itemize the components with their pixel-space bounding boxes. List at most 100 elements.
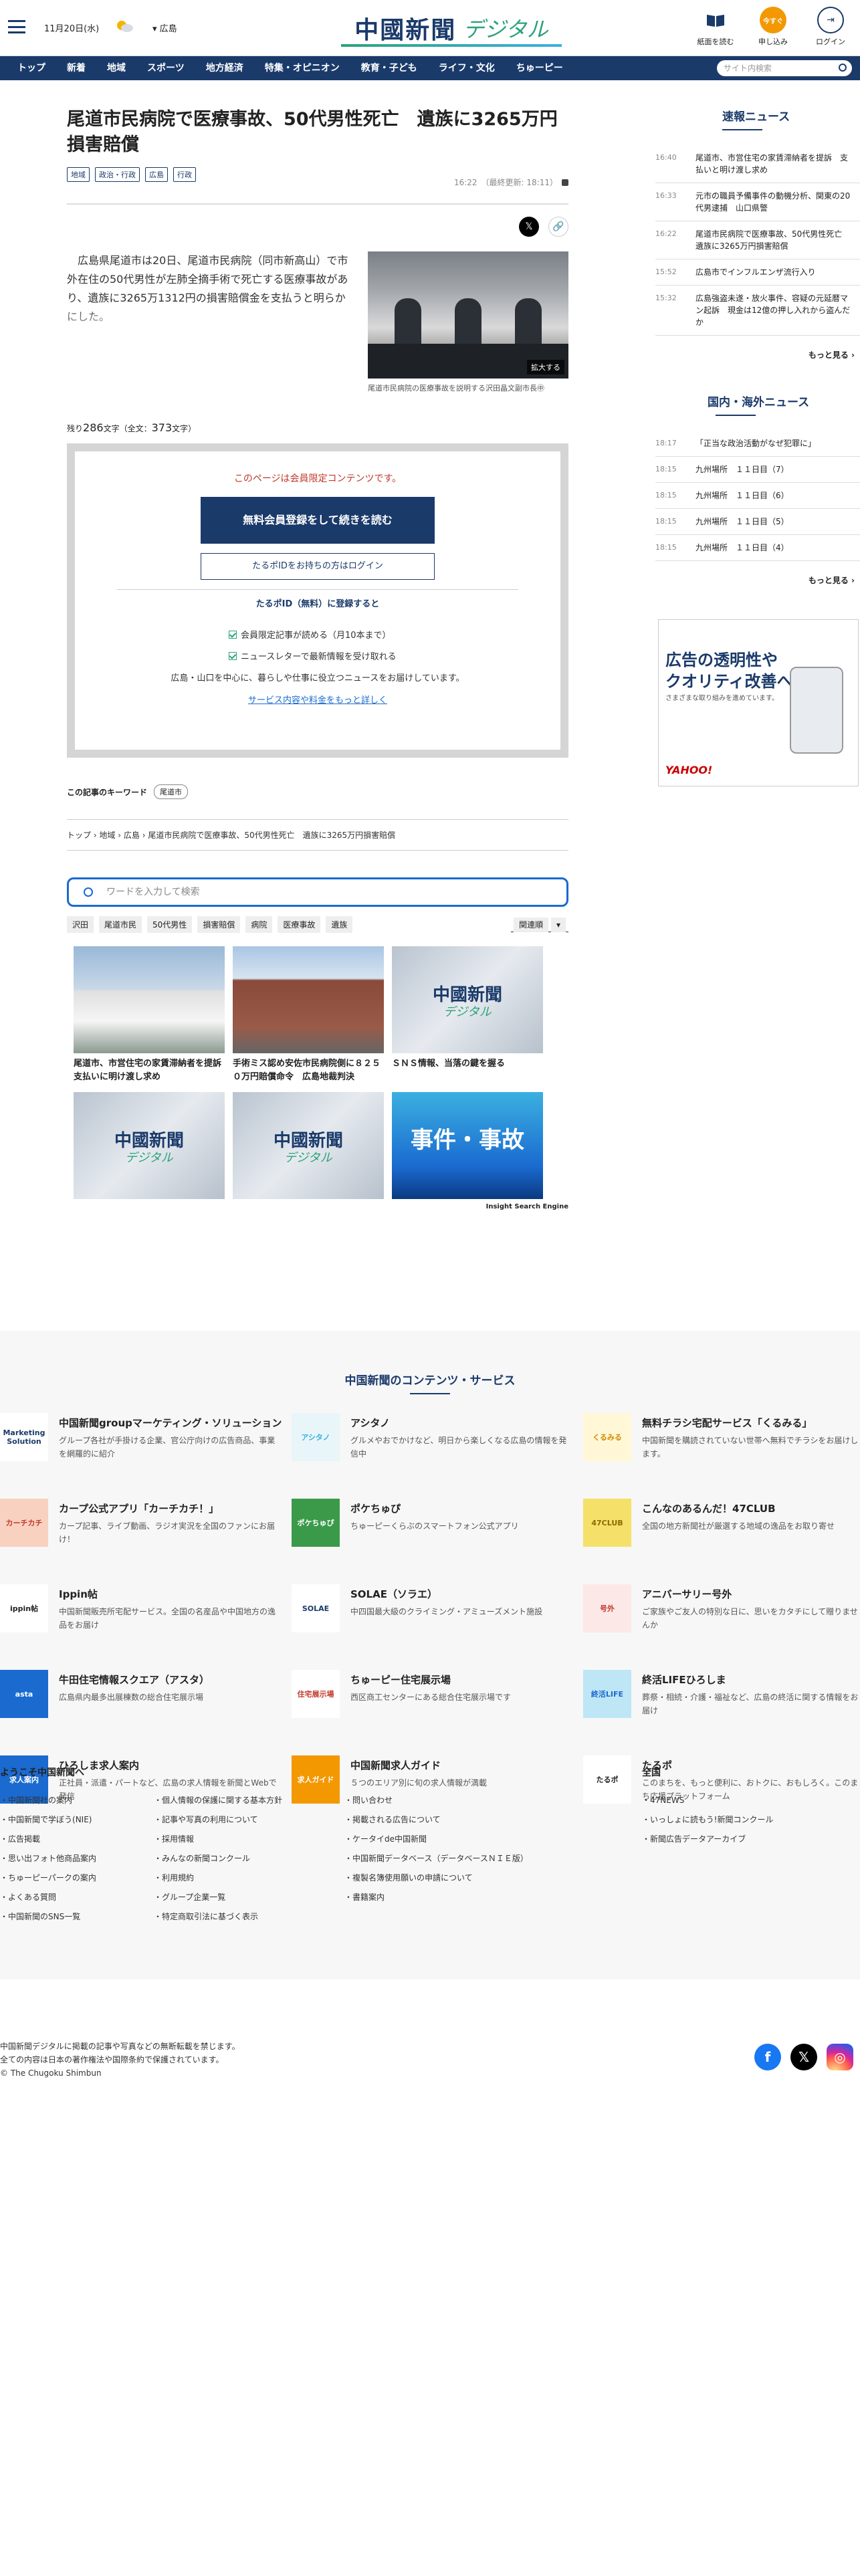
list-item[interactable]: 18:15 九州場所 １１日目（5）	[655, 509, 860, 535]
register-button[interactable]: 無料会員登録をして続きを読む	[201, 497, 435, 544]
region-select[interactable]: ▾ 広島	[152, 21, 177, 34]
footer-link[interactable]: 広告掲載	[0, 1834, 40, 1844]
footer-link[interactable]: 採用情報	[154, 1834, 194, 1844]
footer-link[interactable]: 掲載される広告について	[344, 1815, 441, 1824]
search-keyword[interactable]: 遺族	[326, 916, 353, 933]
footer-link[interactable]: 利用規約	[154, 1873, 194, 1883]
x-icon[interactable]: 𝕏	[790, 2044, 817, 2070]
service-item[interactable]: 47CLUB こんなのあるんだ！47CLUB 全国の地方新聞社が厳選する地域の逸品を…	[583, 1499, 860, 1572]
tag-politics[interactable]: 政治・行政	[95, 167, 140, 182]
footer-link[interactable]: 問い合わせ	[344, 1796, 393, 1805]
footer-link[interactable]: みんなの新聞コンクール	[154, 1854, 250, 1863]
list-item[interactable]: 16:33 元市の職員予備事件の動機分析、関東の20代男逮捕 山口県警	[655, 183, 860, 221]
search-keyword[interactable]: 50代男性	[147, 916, 193, 933]
result-card[interactable]: 中國新聞 デジタル	[74, 1092, 225, 1199]
link-copy-icon[interactable]: 🔗	[548, 217, 568, 237]
nav-region[interactable]: 地域	[96, 56, 136, 80]
footer-link[interactable]: よくある質問	[0, 1893, 56, 1902]
result-card[interactable]: 尾道市、市営住宅の家賃滞納者を提訴 支払いに明け渡し求め	[74, 946, 230, 1084]
footer-link[interactable]: 思い出フォト他商品案内	[0, 1854, 96, 1863]
login-button[interactable]: ⇥ ログイン	[811, 7, 851, 47]
footer-link[interactable]: 47NEWS	[642, 1796, 684, 1805]
result-card[interactable]: 手術ミス認め安佐市民病院側に８２５０万円賠償命令 広島地裁判決	[233, 946, 384, 1084]
nav-top[interactable]: トップ	[7, 56, 56, 80]
search-icon[interactable]	[839, 64, 847, 72]
search-keyword[interactable]: 医療事故	[278, 916, 321, 933]
related-search-input[interactable]: ワードを入力して検索	[67, 877, 568, 907]
footer-link[interactable]: 中国新聞データベース（データベースＮＩＥ版）	[344, 1854, 528, 1863]
read-paper-button[interactable]: 紙面を読む	[695, 7, 736, 47]
site-logo[interactable]: 中國新聞 デジタル	[341, 9, 562, 47]
instagram-icon[interactable]: ◎	[827, 2044, 853, 2070]
footer-link[interactable]: いっしょに読もう!新聞コンクール	[642, 1815, 773, 1824]
footer-link[interactable]: 記事や写真の利用について	[154, 1815, 258, 1824]
service-item[interactable]: SOLAE SOLAE（ソラエ） 中四国最大級のクライミング・アミューズメント施設	[292, 1584, 583, 1658]
menu-icon[interactable]	[8, 20, 25, 33]
tag-admin[interactable]: 行政	[173, 167, 196, 182]
tarupo-login-button[interactable]: たるポIDをお持ちの方はログイン	[201, 553, 435, 580]
service-item[interactable]: 住宅展示場 ちゅーピー住宅展示場 西区商工センターにある総合住宅展示場です	[292, 1670, 583, 1743]
list-item[interactable]: 15:52 広島市でインフルエンザ流行入り	[655, 259, 860, 286]
search-keyword[interactable]: 損害賠償	[197, 916, 241, 933]
breadcrumb-top[interactable]: トップ	[67, 831, 91, 840]
service-item[interactable]: asta 牛田住宅情報スクエア（アスタ） 広島県内最多出展棟数の総合住宅展示場	[0, 1670, 292, 1743]
service-item[interactable]: Marketing Solution 中国新聞groupマーケティング・ソリューシ…	[0, 1413, 292, 1487]
footer-link[interactable]: 中国新聞で学ぼう(NIE)	[0, 1815, 92, 1824]
service-details-link[interactable]: サービス内容や料金をもっと詳しく	[248, 693, 387, 706]
nav-sports[interactable]: スポーツ	[136, 56, 195, 80]
enlarge-button[interactable]: 拡大する	[527, 360, 564, 374]
list-item[interactable]: 16:22 尾道市民病院で医療事故、50代男性死亡 遺族に3265万円損害賠償	[655, 221, 860, 259]
tag-hiroshima[interactable]: 広島	[145, 167, 168, 182]
list-item[interactable]: 18:15 九州場所 １１日目（6）	[655, 483, 860, 509]
nav-economy[interactable]: 地方経済	[195, 56, 254, 80]
keyword-tag[interactable]: 尾道市	[154, 784, 189, 799]
footer-link[interactable]: 中国新聞社の案内	[0, 1796, 72, 1805]
ad-banner[interactable]: 広告の透明性や クオリティ改善への さまざまな取り組みを進めています。 YAHO…	[658, 619, 859, 786]
service-desc: 広島県内最多出展棟数の総合住宅展示場	[59, 1693, 204, 1702]
list-item[interactable]: 18:15 九州場所 １１日目（4）	[655, 535, 860, 561]
nav-new[interactable]: 新着	[56, 56, 96, 80]
breadcrumb-hiroshima[interactable]: 広島	[124, 831, 140, 840]
sort-select[interactable]: 関連順 ▾	[511, 917, 568, 932]
footer-link[interactable]: グループ企業一覧	[154, 1893, 225, 1902]
footer-link[interactable]: ちゅーピーパークの案内	[0, 1873, 96, 1883]
facebook-icon[interactable]: f	[754, 2044, 781, 2070]
nav-opinion[interactable]: 特集・オピニオン	[254, 56, 350, 80]
footer-link[interactable]: 中国新聞のSNS一覧	[0, 1912, 80, 1921]
breaking-more-link[interactable]: もっと見る ›	[655, 349, 860, 360]
service-item[interactable]: ポケちゅぴ ポケちゅぴ ちゅーピーくらぶのスマートフォン公式アプリ	[292, 1499, 583, 1572]
services-title: 中国新聞のコンテンツ・サービス	[344, 1374, 516, 1388]
list-item[interactable]: 16:40 尾道市、市営住宅の家賃滞納者を提訴 支払いと明け渡し求め	[655, 145, 860, 183]
apply-button[interactable]: 今すぐ 申し込み	[753, 7, 793, 47]
service-item[interactable]: 終活LIFE 終活LIFEひろしま 葬祭・相続・介護・福祉など、広島の終活に関する情…	[583, 1670, 860, 1743]
result-card[interactable]: 事件・事故	[392, 1092, 543, 1199]
search-keyword[interactable]: 尾道市民	[99, 916, 142, 933]
nav-life[interactable]: ライフ・文化	[428, 56, 506, 80]
footer-link[interactable]: 新聞広告データアーカイブ	[642, 1834, 746, 1844]
footer-link[interactable]: 複製名簿使用願いの申請について	[344, 1873, 473, 1883]
footer-link[interactable]: ケータイde中国新聞	[344, 1834, 427, 1844]
service-item[interactable]: アシタノ アシタノ グルメやおでかけなど、明日から楽しくなる広島の情報を発信中	[292, 1413, 583, 1487]
nav-chupi[interactable]: ちゅーピー	[506, 56, 574, 80]
service-item[interactable]: くるみる 無料チラシ宅配サービス「くるみる」 中国新聞を購読されていない世帯へ無料で…	[583, 1413, 860, 1487]
footer-link[interactable]: 個人情報の保護に関する基本方針	[154, 1796, 282, 1805]
service-item[interactable]: 号外 アニバーサリー号外 ご家族やご友人の特別な日に、思いをカタチにして贈りませんか	[583, 1584, 860, 1658]
tag-region[interactable]: 地域	[67, 167, 90, 182]
breadcrumb-region[interactable]: 地域	[99, 831, 115, 840]
search-keyword[interactable]: 病院	[245, 916, 273, 933]
search-keyword[interactable]: 沢田	[67, 916, 94, 933]
list-item[interactable]: 15:32 広島強盗未遂・放火事件、容疑の元延暦マン起訴 現金は12億の押し入れか…	[655, 286, 860, 336]
article-photo[interactable]: 拡大する	[368, 251, 568, 379]
footer-link[interactable]: 書籍案内	[344, 1893, 385, 1902]
list-item[interactable]: 18:17 「正当な政治活動がなぜ犯罪に」	[655, 431, 860, 457]
service-item[interactable]: ippin帖 Ippin帖 中国新聞販売所宅配サービス。全国の名産品や中国地方の逸品…	[0, 1584, 292, 1658]
service-item[interactable]: カーチカチ カープ公式アプリ「カーチカチ！」 カープ記事、ライブ動画、ラジオ実況を全…	[0, 1499, 292, 1572]
result-card[interactable]: 中國新聞 デジタル	[233, 1092, 384, 1199]
nav-education[interactable]: 教育・子ども	[350, 56, 428, 80]
national-more-link[interactable]: もっと見る ›	[655, 574, 860, 586]
result-card[interactable]: 中國新聞 デジタル ＳＮＳ情報、当落の鍵を握る	[392, 946, 543, 1084]
footer-link[interactable]: 特定商取引法に基づく表示	[154, 1912, 258, 1921]
site-search-input[interactable]: サイト内検索	[717, 60, 852, 76]
x-share-icon[interactable]: 𝕏	[519, 217, 539, 237]
list-item[interactable]: 18:15 九州場所 １１日目（7）	[655, 457, 860, 483]
